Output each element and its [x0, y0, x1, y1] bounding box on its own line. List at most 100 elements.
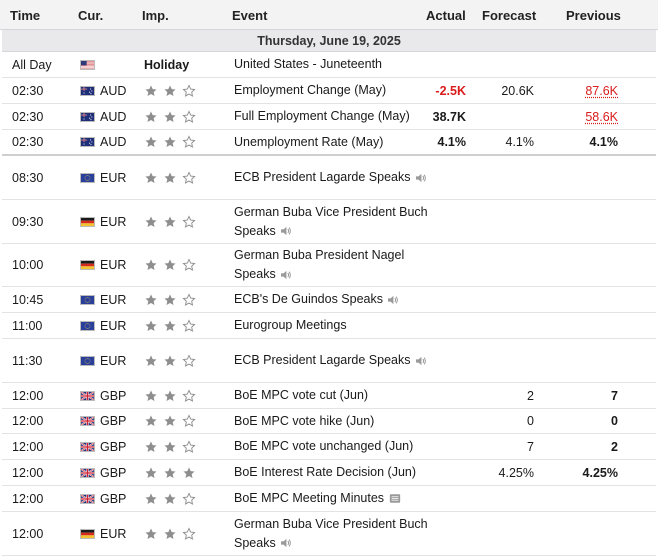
event-currency: EUR [100, 258, 127, 272]
star-filled-icon [145, 293, 157, 305]
star-filled-icon [164, 527, 176, 539]
event-row[interactable]: All Day Holiday United States - Juneteenth [2, 52, 656, 78]
event-name-link[interactable]: ECB's De Guindos Speaks [234, 290, 399, 309]
star-filled-icon [145, 389, 157, 401]
event-row[interactable]: 11:00 EUR Eurogroup Meetings [2, 313, 656, 339]
flag-au-icon [80, 137, 95, 147]
event-row[interactable]: 12:00 EUR German Buba Vice President Buch … [2, 512, 656, 556]
star-filled-icon [183, 466, 195, 478]
importance-stars [144, 353, 196, 368]
event-row[interactable]: 10:00 EUR German Buba President Nagel Spea… [2, 244, 656, 287]
event-row[interactable]: 08:30 EUR ECB President Lagarde Speaks [2, 156, 656, 200]
event-previous: 2 [611, 439, 618, 454]
star-empty-icon [182, 135, 196, 148]
event-name-link[interactable]: Unemployment Rate (May) [234, 133, 383, 152]
star-filled-icon [145, 354, 157, 366]
event-forecast: 20.6K [501, 83, 534, 98]
holiday-label: Holiday [144, 57, 190, 72]
event-row[interactable]: 10:45 EUR ECB's De Guindos Speaks [2, 287, 656, 313]
event-name: BoE MPC vote hike (Jun) [234, 413, 375, 428]
event-name-link[interactable]: Eurogroup Meetings [234, 316, 347, 335]
flag-gb-icon [80, 493, 95, 504]
event-forecast: 2 [527, 388, 534, 403]
event-row[interactable]: 12:00 GBP BoE MPC Meeting Minutes [2, 486, 656, 512]
event-row[interactable]: 12:00 GBP BoE Interest Rate Decision (Jun)… [2, 460, 656, 486]
flag-eu-icon [80, 172, 95, 183]
event-name-link[interactable]: BoE MPC vote unchanged (Jun) [234, 437, 413, 456]
event-row[interactable]: 12:00 GBP BoE MPC vote hike (Jun) 0 0 [2, 409, 656, 434]
event-time: 02:30 [12, 109, 44, 124]
event-name: ECB's De Guindos Speaks [234, 292, 383, 306]
event-time: 09:30 [12, 214, 44, 229]
event-currency: GBP [100, 414, 127, 428]
star-empty-icon [182, 258, 196, 271]
event-time: 12:00 [12, 388, 44, 403]
event-row[interactable]: 11:30 EUR ECB President Lagarde Speaks [2, 339, 656, 383]
event-previous: 58.6K [585, 109, 618, 124]
event-name-link[interactable]: Employment Change (May) [234, 81, 386, 100]
table-header: Time Cur. Imp. Event Actual Forecast Pre… [0, 0, 658, 30]
importance-stars [144, 491, 196, 506]
event-currency: EUR [100, 526, 127, 541]
event-previous: 4.25% [582, 465, 618, 480]
flag-eu-icon [80, 320, 95, 331]
event-currency: AUD [100, 109, 127, 124]
header-currency: Cur. [78, 8, 104, 23]
star-filled-icon [145, 440, 157, 452]
flag-gb-icon [80, 390, 95, 401]
event-row[interactable]: 02:30 AUD Employment Change (May) -2.5K 20.6… [2, 78, 656, 104]
importance-stars [144, 135, 196, 149]
event-time: 10:45 [12, 292, 44, 307]
star-filled-icon [164, 354, 176, 366]
event-row[interactable]: 02:30 AUD Unemployment Rate (May) 4.1% 4.1% 4… [2, 130, 656, 156]
event-name: BoE Interest Rate Decision (Jun) [234, 465, 417, 479]
star-empty-icon [182, 414, 196, 427]
event-name: ECB President Lagarde Speaks [234, 353, 411, 367]
event-row[interactable]: 02:30 AUD Full Employment Change (May) 38.7… [2, 104, 656, 130]
flag-gb-icon [80, 416, 95, 426]
event-time: All Day [12, 57, 52, 72]
event-time: 12:00 [12, 465, 44, 480]
event-currency: GBP [100, 388, 127, 403]
star-empty-icon [182, 109, 196, 123]
event-currency: AUD [100, 83, 127, 98]
star-filled-icon [164, 492, 176, 504]
event-name-link[interactable]: United States - Juneteenth [234, 55, 382, 74]
star-filled-icon [164, 440, 176, 452]
event-currency: EUR [100, 318, 127, 333]
flag-de-icon [80, 528, 95, 539]
event-name: Employment Change (May) [234, 83, 387, 97]
flag-gb-icon [80, 441, 95, 452]
event-name-link[interactable]: Full Employment Change (May) [234, 107, 410, 126]
flag-eu-icon [80, 294, 95, 305]
star-filled-icon [145, 215, 157, 227]
event-currency: GBP [100, 465, 127, 480]
importance-stars [144, 466, 196, 480]
flag-gb-icon [80, 467, 95, 478]
star-filled-icon [145, 527, 157, 539]
event-row[interactable]: 09:30 EUR German Buba Vice President Buch … [2, 200, 656, 244]
importance-stars [144, 439, 196, 454]
event-time: 11:30 [12, 353, 43, 368]
event-name-link[interactable]: BoE MPC Meeting Minutes [234, 489, 401, 508]
event-forecast: 4.25% [498, 465, 534, 480]
event-name-link[interactable]: BoE MPC vote hike (Jun) [234, 412, 374, 431]
event-time: 08:30 [12, 170, 44, 185]
flag-au-icon [80, 85, 95, 96]
event-name-link[interactable]: BoE MPC vote cut (Jun) [234, 386, 368, 405]
star-filled-icon [145, 319, 157, 331]
importance-stars [144, 170, 196, 185]
star-empty-icon [182, 170, 196, 184]
event-time: 12:00 [12, 414, 44, 428]
event-name-link[interactable]: BoE Interest Rate Decision (Jun) [234, 463, 416, 482]
event-name: Unemployment Rate (May) [234, 134, 384, 149]
event-row[interactable]: 12:00 GBP BoE MPC vote cut (Jun) 2 7 [2, 383, 656, 409]
flag-us-icon [80, 59, 95, 70]
star-filled-icon [164, 259, 176, 270]
header-forecast: Forecast [482, 8, 537, 23]
speaker-icon [280, 270, 291, 279]
star-filled-icon [145, 84, 157, 96]
header-event: Event [232, 8, 268, 23]
event-currency: AUD [100, 135, 127, 149]
event-row[interactable]: 12:00 GBP BoE MPC vote unchanged (Jun) 7 2 [2, 434, 656, 460]
